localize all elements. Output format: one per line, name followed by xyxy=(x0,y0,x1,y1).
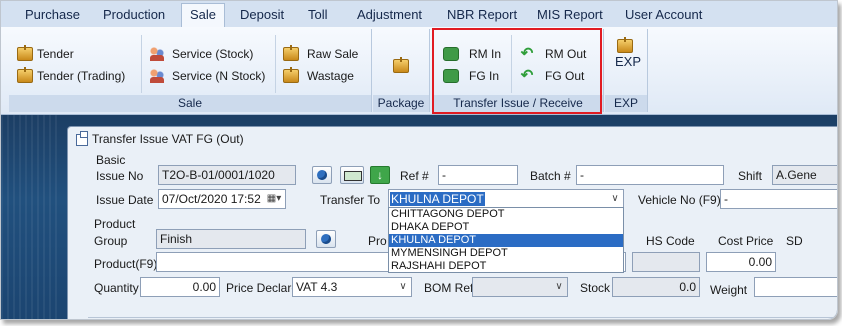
depot-option-selected[interactable]: KHULNA DEPOT xyxy=(389,234,623,247)
issue-no-label: Issue No xyxy=(96,169,144,183)
search-issue-button[interactable] xyxy=(312,166,332,184)
transfer-to-select[interactable]: KHULNA DEPOT ∨ xyxy=(388,189,624,209)
chevron-down-icon[interactable]: ∨ xyxy=(551,278,567,296)
transfer-to-dropdown-list: CHITTAGONG DEPOT DHAKA DEPOT KHULNA DEPO… xyxy=(388,207,624,273)
price-declare-select[interactable]: VAT 4.3 ∨ xyxy=(292,277,412,297)
cost-price-field[interactable]: 0.00 xyxy=(706,252,776,272)
hs-code-label: HS Code xyxy=(646,234,695,248)
stock-field[interactable]: 0.0 xyxy=(612,277,700,297)
search-group-button[interactable] xyxy=(316,230,336,248)
exp-icon-button[interactable] xyxy=(617,37,637,53)
product-section-label: Product xyxy=(94,217,136,231)
issue-date-picker[interactable]: 07/Oct/2020 17:52 ▦▾ xyxy=(158,189,286,209)
weight-input[interactable] xyxy=(754,277,837,297)
window-icon xyxy=(76,131,88,146)
box-icon xyxy=(617,37,633,53)
price-declare-value: VAT 4.3 xyxy=(296,280,338,294)
quantity-input[interactable]: 0.00 xyxy=(140,277,220,297)
group-field[interactable]: Finish xyxy=(156,229,306,249)
tab-adjustment[interactable]: Adjustment xyxy=(357,4,422,26)
transfer-to-label: Transfer To xyxy=(320,193,381,207)
box-icon xyxy=(17,45,33,61)
tab-mis-report[interactable]: MIS Report xyxy=(537,4,603,26)
shift-label: Shift xyxy=(738,169,763,183)
bom-ref-select[interactable]: ∨ xyxy=(472,277,568,297)
ref-input[interactable]: - xyxy=(438,165,518,185)
dialog-titlebar: Transfer Issue VAT FG (Out) xyxy=(68,127,837,151)
ribbon-tabs: Purchase Production Sale Deposit Toll Ad… xyxy=(1,1,837,28)
vehicle-input[interactable]: - xyxy=(720,189,837,209)
ref-label: Ref # xyxy=(400,169,429,183)
quantity-label: Quantity xyxy=(94,281,139,295)
shift-select[interactable]: A.Gene xyxy=(772,165,837,185)
product-f9-label: Product(F9) xyxy=(94,257,158,271)
box-icon xyxy=(393,57,409,73)
tab-production[interactable]: Production xyxy=(103,4,165,26)
tab-toll[interactable]: Toll xyxy=(308,4,328,26)
dialog-title: Transfer Issue VAT FG (Out) xyxy=(92,132,244,146)
tab-sale[interactable]: Sale xyxy=(181,3,226,27)
box-icon xyxy=(283,45,299,61)
exp-group: EXP EXP xyxy=(605,29,648,112)
sd-label: SD xyxy=(786,234,803,248)
hs-code-field[interactable] xyxy=(632,252,700,272)
sale-group: Tender Tender (Trading) Service (Stock) … xyxy=(9,29,372,112)
issue-date-label: Issue Date xyxy=(96,193,154,207)
package-group: Package xyxy=(373,29,430,112)
group-label: Group xyxy=(94,234,128,248)
chevron-down-icon[interactable]: ∨ xyxy=(607,190,623,208)
tab-nbr-report[interactable]: NBR Report xyxy=(447,4,517,26)
people-icon xyxy=(149,47,165,61)
tab-deposit[interactable]: Deposit xyxy=(240,4,284,26)
package-button[interactable] xyxy=(393,57,413,75)
ribbon-panel: Tender Tender (Trading) Service (Stock) … xyxy=(1,27,837,115)
tab-user-account[interactable]: User Account xyxy=(625,4,702,26)
package-group-caption: Package xyxy=(373,95,429,112)
exp-group-caption: EXP xyxy=(605,95,647,112)
download-button[interactable] xyxy=(370,166,390,184)
app-window: Purchase Production Sale Deposit Toll Ad… xyxy=(0,0,838,320)
exp-button[interactable]: EXP xyxy=(615,53,641,71)
grid-view-button[interactable] xyxy=(340,166,364,184)
batch-input[interactable]: - xyxy=(576,165,724,185)
pro-label: Pro xyxy=(368,234,387,248)
chevron-down-icon[interactable]: ∨ xyxy=(395,278,411,296)
people-icon xyxy=(149,69,165,83)
transfer-highlight-box xyxy=(432,28,602,114)
depot-option[interactable]: RAJSHAHI DEPOT xyxy=(389,260,623,273)
tab-purchase[interactable]: Purchase xyxy=(25,4,80,26)
sale-group-caption: Sale xyxy=(9,95,371,112)
issue-date-value: 07/Oct/2020 17:52 xyxy=(162,192,261,206)
transfer-to-value: KHULNA DEPOT xyxy=(390,192,485,206)
weight-label: Weight xyxy=(710,283,748,297)
calendar-icon[interactable]: ▦▾ xyxy=(263,190,285,208)
issue-no-field[interactable]: T2O-B-01/0001/1020 xyxy=(158,165,296,185)
bom-ref-label: BOM Ref. xyxy=(424,281,477,295)
basic-section-label: Basic xyxy=(96,153,126,167)
stock-label: Stock xyxy=(580,281,611,295)
box-icon xyxy=(283,67,299,83)
depot-option[interactable]: CHITTAGONG DEPOT xyxy=(389,208,623,221)
cost-price-label: Cost Price xyxy=(718,234,774,248)
depot-option[interactable]: DHAKA DEPOT xyxy=(389,221,623,234)
vehicle-label: Vehicle No (F9) xyxy=(638,193,721,207)
batch-label: Batch # xyxy=(530,169,571,183)
depot-option[interactable]: MYMENSINGH DEPOT xyxy=(389,247,623,260)
box-icon xyxy=(17,67,33,83)
price-declare-label: Price Declare xyxy=(226,281,299,295)
